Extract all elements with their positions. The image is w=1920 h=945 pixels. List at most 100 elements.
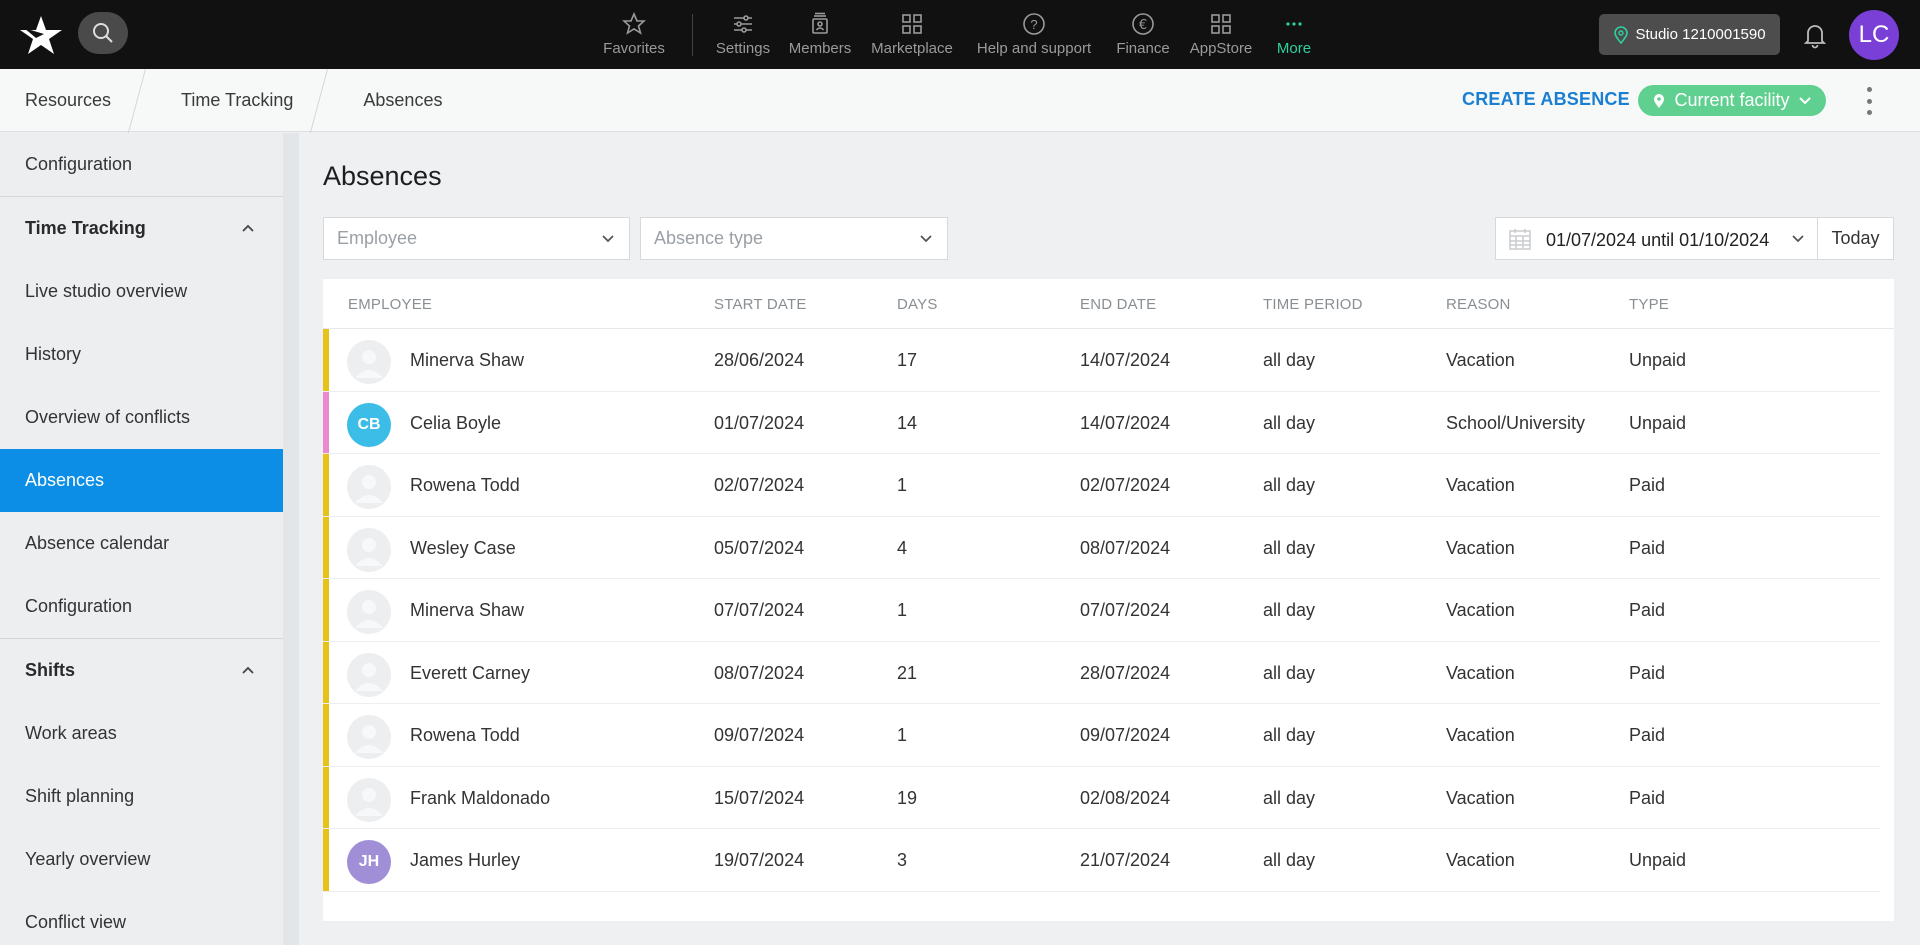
breadcrumb-resources[interactable]: Resources <box>0 69 136 132</box>
table-row[interactable]: JH James Hurley 19/07/2024 3 21/07/2024 all d… <box>323 829 1880 892</box>
table-row[interactable]: Rowena Todd 09/07/2024 1 09/07/2024 all day V… <box>323 704 1880 767</box>
absence-type-filter-select[interactable]: Absence type <box>640 217 948 260</box>
absence-status-bar <box>323 454 329 516</box>
nav-members[interactable]: Members <box>779 0 861 69</box>
location-pin-icon <box>1654 93 1665 108</box>
table-row[interactable]: Frank Maldonado 15/07/2024 19 02/08/2024 all… <box>323 766 1880 829</box>
cell-days: 14 <box>897 412 918 433</box>
search-button[interactable] <box>78 12 128 54</box>
breadcrumb: Resources Time Tracking Absences <box>0 69 467 132</box>
nav-finance[interactable]: € Finance <box>1105 0 1181 69</box>
nav-label: Settings <box>715 40 771 57</box>
column-header-reason[interactable]: REASON <box>1446 296 1511 313</box>
cell-start-date: 08/07/2024 <box>714 662 805 683</box>
column-header-start-date[interactable]: START DATE <box>714 296 807 313</box>
table-row[interactable]: Everett Carney 08/07/2024 21 28/07/2024 all … <box>323 641 1880 704</box>
nav-help-support[interactable]: ? Help and support <box>963 0 1105 69</box>
sidebar-item-shift-planning[interactable]: Shift planning <box>0 765 283 828</box>
breadcrumb-absences: Absences <box>363 90 443 110</box>
nav-divider <box>692 13 693 56</box>
sidebar-item-label: Shifts <box>25 660 76 680</box>
calendar-icon <box>1509 229 1531 250</box>
sidebar-item-label: Live studio overview <box>25 281 188 301</box>
nav-label: AppStore <box>1189 40 1253 57</box>
cell-type: Unpaid <box>1629 850 1687 870</box>
cell-end-date: 07/07/2024 <box>1080 600 1171 620</box>
column-header-type[interactable]: TYPE <box>1629 296 1669 313</box>
column-header-days[interactable]: DAYS <box>897 296 938 313</box>
sidebar-item-configuration-time-tracking[interactable]: Configuration <box>0 575 283 638</box>
cell-reason: Vacation <box>1446 662 1515 683</box>
nav-more[interactable]: More <box>1261 0 1327 69</box>
cell-time-period: all day <box>1263 475 1316 495</box>
nav-settings[interactable]: Settings <box>707 0 779 69</box>
cell-start-date: 15/07/2024 <box>714 787 805 808</box>
sidebar-item-label: History <box>25 344 82 364</box>
sidebar-item-label: Overview of conflicts <box>25 407 191 427</box>
cell-reason: School/University <box>1446 412 1586 433</box>
absence-status-bar <box>323 829 329 891</box>
user-placeholder-icon <box>347 715 391 759</box>
table-row[interactable]: CB Celia Boyle 01/07/2024 14 14/07/2024 all d… <box>323 391 1880 454</box>
employee-avatar <box>347 527 391 572</box>
user-avatar[interactable]: LC <box>1849 10 1899 60</box>
sidebar-item-absence-calendar[interactable]: Absence calendar <box>0 512 283 575</box>
current-facility-button[interactable]: Current facility <box>1638 85 1826 116</box>
cell-reason: Vacation <box>1446 787 1515 808</box>
table-row[interactable]: Minerva Shaw 07/07/2024 1 07/07/2024 all day… <box>323 579 1880 642</box>
cell-days: 3 <box>897 850 908 870</box>
sidebar-item-configuration[interactable]: Configuration <box>0 133 283 196</box>
chevron-up-icon <box>242 224 254 232</box>
employee-avatar <box>347 340 391 384</box>
studio-label: Studio 1210001590 <box>1635 26 1766 43</box>
facility-label: Current facility <box>1674 90 1790 110</box>
sidebar-item-absences[interactable]: Absences <box>0 449 283 512</box>
date-range-picker[interactable]: 01/07/2024 until 01/10/2024 <box>1495 217 1819 260</box>
column-header-time-period[interactable]: TIME PERIOD <box>1263 296 1363 313</box>
cell-reason: Vacation <box>1446 850 1515 870</box>
absence-status-bar <box>323 704 329 766</box>
sidebar-item-live-studio-overview[interactable]: Live studio overview <box>0 260 283 323</box>
sidebar-item-overview-of-conflicts[interactable]: Overview of conflicts <box>0 386 283 449</box>
nav-appstore[interactable]: AppStore <box>1181 0 1261 69</box>
absence-status-bar <box>323 391 329 453</box>
nav-favorites[interactable]: Favorites <box>590 0 678 69</box>
chevron-down-icon <box>602 235 614 243</box>
nav-label: Favorites <box>603 40 665 57</box>
cell-time-period: all day <box>1263 725 1316 745</box>
cell-time-period: all day <box>1263 350 1316 370</box>
more-options-icon[interactable] <box>1862 87 1876 115</box>
help-icon: ? <box>1023 13 1045 35</box>
table-row[interactable]: Rowena Todd 02/07/2024 1 02/07/2024 all day V… <box>323 454 1880 517</box>
user-placeholder-icon <box>347 777 391 822</box>
user-initials: LC <box>1858 21 1890 48</box>
column-header-employee[interactable]: EMPLOYEE <box>348 296 432 313</box>
sidebar-item-history[interactable]: History <box>0 323 283 386</box>
avatar-initials: CB <box>357 415 381 433</box>
studio-selector-button[interactable]: Studio 1210001590 <box>1599 14 1780 55</box>
breadcrumb-time-tracking[interactable]: Time Tracking <box>156 69 318 132</box>
nav-marketplace[interactable]: Marketplace <box>861 0 963 69</box>
sidebar-section-shifts[interactable]: Shifts <box>0 639 283 702</box>
main-nav: Favorites Settings Members Marketplace ?… <box>590 0 1327 69</box>
sidebar-item-conflict-view[interactable]: Conflict view <box>0 891 283 945</box>
column-header-end-date[interactable]: END DATE <box>1080 296 1156 313</box>
today-button[interactable]: Today <box>1817 217 1894 260</box>
sidebar-section-time-tracking[interactable]: Time Tracking <box>0 197 283 260</box>
notifications-bell-icon[interactable] <box>1800 20 1830 50</box>
sidebar-item-work-areas[interactable]: Work areas <box>0 702 283 765</box>
user-placeholder-icon <box>347 590 391 634</box>
sidebar-item-yearly-overview[interactable]: Yearly overview <box>0 828 283 891</box>
employee-filter-select[interactable]: Employee <box>323 217 630 260</box>
cell-employee-name: Everett Carney <box>410 662 531 683</box>
create-absence-button[interactable]: CREATE ABSENCE <box>1462 89 1630 110</box>
page-title: Absences <box>323 161 442 191</box>
table-row[interactable]: Minerva Shaw 28/06/2024 17 14/07/2024 all da… <box>323 329 1880 392</box>
cell-time-period: all day <box>1263 850 1316 870</box>
app-logo-icon[interactable] <box>18 14 64 56</box>
cell-start-date: 01/07/2024 <box>714 412 805 433</box>
table-row[interactable]: Wesley Case 05/07/2024 4 08/07/2024 all day V… <box>323 516 1880 579</box>
apps-icon <box>1211 14 1231 34</box>
sidebar-item-label: Absences <box>25 470 105 490</box>
cell-employee-name: Frank Maldonado <box>410 787 551 808</box>
